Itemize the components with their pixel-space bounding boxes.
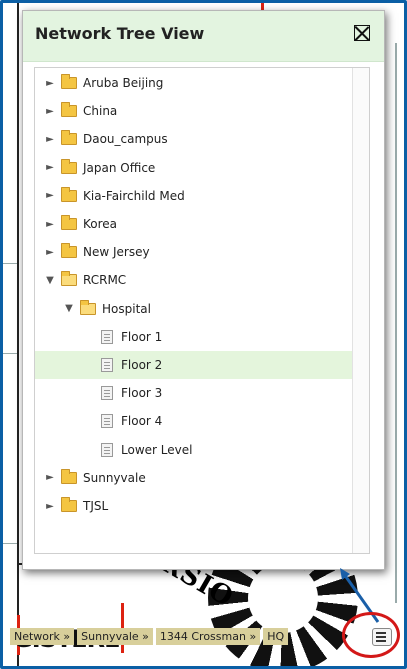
highlight-circle bbox=[342, 612, 400, 658]
floor-plan-icon bbox=[101, 329, 113, 344]
network-tree-panel: Network Tree View ► Aruba Beijing ► China ► D… bbox=[22, 10, 385, 570]
folder-icon bbox=[61, 468, 77, 484]
folder-icon bbox=[61, 497, 77, 512]
tree-item-label: Lower Level bbox=[121, 442, 193, 457]
folder-icon bbox=[61, 186, 77, 202]
collapse-arrow-icon[interactable]: ► bbox=[45, 219, 55, 230]
tree-folder-item[interactable]: ► TJSL bbox=[35, 492, 352, 520]
folder-icon bbox=[61, 215, 77, 230]
tree-item-label: TJSL bbox=[83, 499, 109, 513]
tree-item-label: RCRMC bbox=[83, 273, 127, 288]
folder-icon bbox=[61, 130, 77, 146]
tree-item-label: Daou_campus bbox=[83, 132, 168, 147]
collapse-arrow-icon[interactable]: ► bbox=[45, 247, 55, 258]
collapse-arrow-icon[interactable]: ► bbox=[45, 134, 55, 145]
folder-icon bbox=[61, 74, 77, 89]
tree-page-item[interactable]: Floor 1 bbox=[35, 323, 352, 351]
tree-folder-item[interactable]: ▼ RCRMC bbox=[35, 266, 352, 294]
breadcrumb-network[interactable]: Network » bbox=[10, 627, 75, 645]
panel-title: Network Tree View bbox=[35, 24, 205, 43]
folder-icon bbox=[61, 102, 77, 118]
collapse-arrow-icon[interactable]: ► bbox=[45, 106, 55, 117]
floor-plan-icon bbox=[101, 442, 113, 457]
tree-item-label: Aruba Beijing bbox=[83, 76, 164, 90]
folder-icon bbox=[61, 243, 77, 259]
tree-folder-item[interactable]: ► Japan Office bbox=[35, 154, 352, 182]
tree-folder-item[interactable]: ► Aruba Beijing bbox=[35, 69, 352, 97]
tree-page-item[interactable]: Floor 2 bbox=[35, 351, 352, 379]
tree-item-label: Japan Office bbox=[83, 160, 156, 175]
tree-folder-item[interactable]: ► Daou_campus bbox=[35, 125, 352, 153]
collapse-arrow-icon[interactable]: ► bbox=[45, 472, 55, 483]
expand-arrow-icon[interactable]: ▼ bbox=[45, 275, 55, 286]
tree-item-label: Sunnyvale bbox=[83, 470, 146, 485]
panel-header: Network Tree View bbox=[23, 11, 384, 62]
network-tree: ► Aruba Beijing ► China ► Daou_campus ► Japan O… bbox=[34, 67, 370, 554]
tree-folder-item[interactable]: ► Korea bbox=[35, 210, 352, 238]
tree-scrollbar[interactable] bbox=[352, 68, 369, 553]
breadcrumb-building[interactable]: 1344 Crossman » bbox=[155, 627, 261, 645]
tree-folder-item[interactable]: ► Sunnyvale bbox=[35, 464, 352, 492]
tree-item-label: Floor 3 bbox=[121, 386, 163, 401]
folder-icon bbox=[80, 299, 96, 315]
tree-item-label: China bbox=[83, 104, 118, 119]
folder-icon bbox=[61, 158, 77, 174]
collapse-arrow-icon[interactable]: ► bbox=[45, 190, 55, 201]
expand-arrow-icon[interactable]: ▼ bbox=[64, 303, 74, 314]
tree-item-label: Floor 2 bbox=[121, 358, 163, 372]
breadcrumb-hq[interactable]: HQ bbox=[263, 627, 289, 645]
floor-plan-icon bbox=[101, 358, 113, 372]
tree-page-item[interactable]: Floor 3 bbox=[35, 379, 352, 407]
tree-page-item[interactable]: Floor 4 bbox=[35, 407, 352, 435]
tree-item-label: Floor 1 bbox=[121, 329, 163, 344]
tree-folder-item[interactable]: ► China bbox=[35, 97, 352, 125]
tree-item-label: Korea bbox=[83, 217, 118, 231]
collapse-arrow-icon[interactable]: ► bbox=[45, 162, 55, 173]
folder-icon bbox=[61, 271, 77, 287]
tree-item-label: New Jersey bbox=[83, 245, 150, 260]
tree-folder-item[interactable]: ► New Jersey bbox=[35, 238, 352, 266]
collapse-arrow-icon[interactable]: ► bbox=[45, 78, 55, 89]
tree-folder-item[interactable]: ▼ Hospital bbox=[35, 295, 352, 323]
tree-item-label: Kia-Fairchild Med bbox=[83, 188, 185, 203]
breadcrumb-sunnyvale[interactable]: Sunnyvale » bbox=[77, 627, 153, 645]
tree-item-label: Floor 4 bbox=[121, 414, 163, 429]
floor-plan-icon bbox=[101, 414, 113, 429]
tree-page-item[interactable]: Lower Level bbox=[35, 436, 352, 464]
tree-folder-item[interactable]: ► Kia-Fairchild Med bbox=[35, 182, 352, 210]
collapse-arrow-icon[interactable]: ► bbox=[45, 501, 55, 512]
breadcrumb: Network » Sunnyvale » 1344 Crossman » HQ bbox=[10, 626, 291, 646]
tree-item-label: Hospital bbox=[102, 301, 151, 316]
close-box-icon[interactable] bbox=[354, 25, 370, 41]
floor-plan-icon bbox=[101, 386, 113, 401]
